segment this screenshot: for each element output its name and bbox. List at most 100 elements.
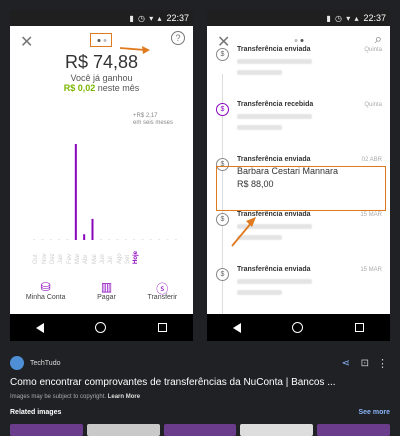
- related-images-heading: Related images: [10, 409, 62, 416]
- blurred-name: [237, 279, 312, 284]
- chart-note: +R$ 2,17 em seis meses: [133, 113, 173, 127]
- blurred-amount: [237, 70, 282, 75]
- blurred-amount: [237, 125, 282, 130]
- chart-bar: [141, 239, 144, 240]
- action-minha-conta[interactable]: ⛁ Minha Conta: [26, 280, 66, 301]
- earned-line1: Você já ganhou: [70, 73, 133, 83]
- month-tick-label: Jul: [108, 256, 115, 264]
- month-tick-label: Ago: [116, 253, 123, 264]
- money-icon: $: [216, 213, 229, 226]
- chart-bar: [174, 239, 177, 240]
- transaction-item[interactable]: $ Transferência enviada Quinta: [207, 46, 390, 101]
- learn-more-link[interactable]: Learn More: [108, 394, 140, 400]
- action-label: Minha Conta: [25, 294, 66, 301]
- related-thumbnail[interactable]: [10, 424, 83, 436]
- month-tick-label: Mar: [74, 253, 81, 264]
- result-headline[interactable]: Como encontrar comprovantes de transferê…: [10, 377, 395, 388]
- money-icon: $: [216, 268, 229, 281]
- copyright-note: Images may be subject to copyright. Lear…: [10, 394, 140, 400]
- help-icon[interactable]: ?: [171, 31, 185, 45]
- transaction-date: 15 MAR: [360, 267, 382, 273]
- money-icon: $: [216, 103, 229, 116]
- month-tick-label: Out: [33, 254, 40, 264]
- chart-bar: [133, 239, 136, 240]
- status-icons: ▮ ◷ ▾ ▴: [326, 13, 360, 23]
- chart-bar: [41, 239, 44, 240]
- status-icons: ▮ ◷ ▾ ▴: [129, 13, 163, 23]
- month-tick-label: Jan: [58, 254, 65, 264]
- blurred-amount: [237, 290, 282, 295]
- android-nav-bar: [10, 314, 193, 341]
- blurred-name: [237, 114, 312, 119]
- chart-bar: [166, 239, 169, 240]
- action-transferir[interactable]: ⓢ Transferir: [147, 280, 177, 301]
- chart-bar: [74, 144, 77, 240]
- action-bar: ⛁ Minha Conta ▥ Pagar ⓢ Transferir: [10, 280, 193, 301]
- transaction-item[interactable]: $ Transferência recebida Quinta: [207, 101, 390, 156]
- month-tick-label: Jun: [99, 254, 106, 264]
- month-tick-label: Hoje: [133, 250, 140, 264]
- chart-bar: [91, 218, 94, 240]
- chart-bar: [158, 239, 161, 240]
- blurred-amount: [237, 235, 282, 240]
- close-icon[interactable]: ✕: [20, 32, 33, 52]
- action-label: Transferir: [147, 294, 178, 301]
- back-icon[interactable]: [35, 322, 44, 333]
- status-bar: ▮ ◷ ▾ ▴ 22:37: [207, 10, 390, 26]
- action-pagar[interactable]: ▥ Pagar: [97, 280, 116, 301]
- android-nav-bar: [207, 314, 390, 341]
- chart-bar: [66, 239, 69, 240]
- earned-text: Você já ganhou R$ 0,02 neste mês: [10, 73, 193, 93]
- related-thumbnail[interactable]: [240, 424, 314, 436]
- related-thumbnails: [10, 424, 390, 436]
- chart-note-label: em seis meses: [132, 120, 173, 126]
- status-time: 22:37: [363, 13, 386, 23]
- related-thumbnail[interactable]: [86, 424, 160, 436]
- chart-bar: [83, 234, 86, 240]
- bookmark-icon[interactable]: ⊡: [361, 358, 369, 369]
- chart-bar: [149, 239, 152, 240]
- chart-bar: [99, 239, 102, 240]
- transaction-date: Quinta: [364, 102, 382, 108]
- back-icon[interactable]: [232, 322, 241, 333]
- barcode-icon: ▥: [100, 280, 113, 294]
- related-thumbnail[interactable]: [317, 424, 390, 436]
- search-icon[interactable]: ⌕: [375, 31, 382, 47]
- result-source[interactable]: TechTudo: [10, 356, 60, 370]
- source-name: TechTudo: [30, 359, 61, 367]
- home-icon[interactable]: [95, 322, 107, 333]
- chart-bar: [58, 239, 61, 240]
- home-icon[interactable]: [292, 322, 304, 333]
- transaction-item[interactable]: $ Transferência enviada 15 MAR: [207, 266, 390, 321]
- page-dot-2: [300, 39, 303, 42]
- chart-bar: [108, 239, 111, 240]
- month-tick-label: Fev: [66, 253, 73, 264]
- left-phone-screen: ▮ ◷ ▾ ▴ 22:37 ✕ ? R$ 74,88 Você já ganho…: [10, 10, 193, 341]
- chart-bar: [116, 239, 119, 240]
- month-axis: Out Nov Dez Jan Fev Mar Abr Mai Jun Jul Ago Set Hoje: [32, 244, 182, 268]
- page-dot-1: [294, 39, 297, 42]
- money-icon: $: [216, 48, 229, 61]
- chart-note-value: +R$ 2,17: [132, 113, 158, 119]
- month-tick-label: Abr: [83, 254, 90, 264]
- related-thumbnail[interactable]: [163, 424, 237, 436]
- page-dots: [294, 39, 303, 42]
- copyright-text: Images may be subject to copyright.: [10, 394, 107, 400]
- month-tick-label: Set: [124, 254, 131, 264]
- month-tick-label: Nov: [41, 253, 48, 264]
- transaction-date: 02 ABR: [361, 157, 382, 163]
- blurred-name: [237, 224, 312, 229]
- recents-icon[interactable]: [355, 323, 365, 332]
- transaction-item[interactable]: $ Transferência enviada 15 MAR: [207, 211, 390, 266]
- blurred-name: [237, 59, 312, 64]
- more-options-icon[interactable]: ⋮: [377, 357, 388, 370]
- account-icon: ⛁: [40, 280, 51, 294]
- status-time: 22:37: [166, 13, 189, 23]
- transaction-date: Quinta: [364, 47, 382, 53]
- chart-bar: [124, 239, 127, 240]
- see-more-link[interactable]: See more: [358, 409, 390, 416]
- month-tick-label: Dez: [49, 253, 56, 264]
- techtudo-logo-icon: [10, 356, 24, 370]
- recents-icon[interactable]: [158, 323, 168, 332]
- share-icon[interactable]: ⋖: [342, 358, 350, 369]
